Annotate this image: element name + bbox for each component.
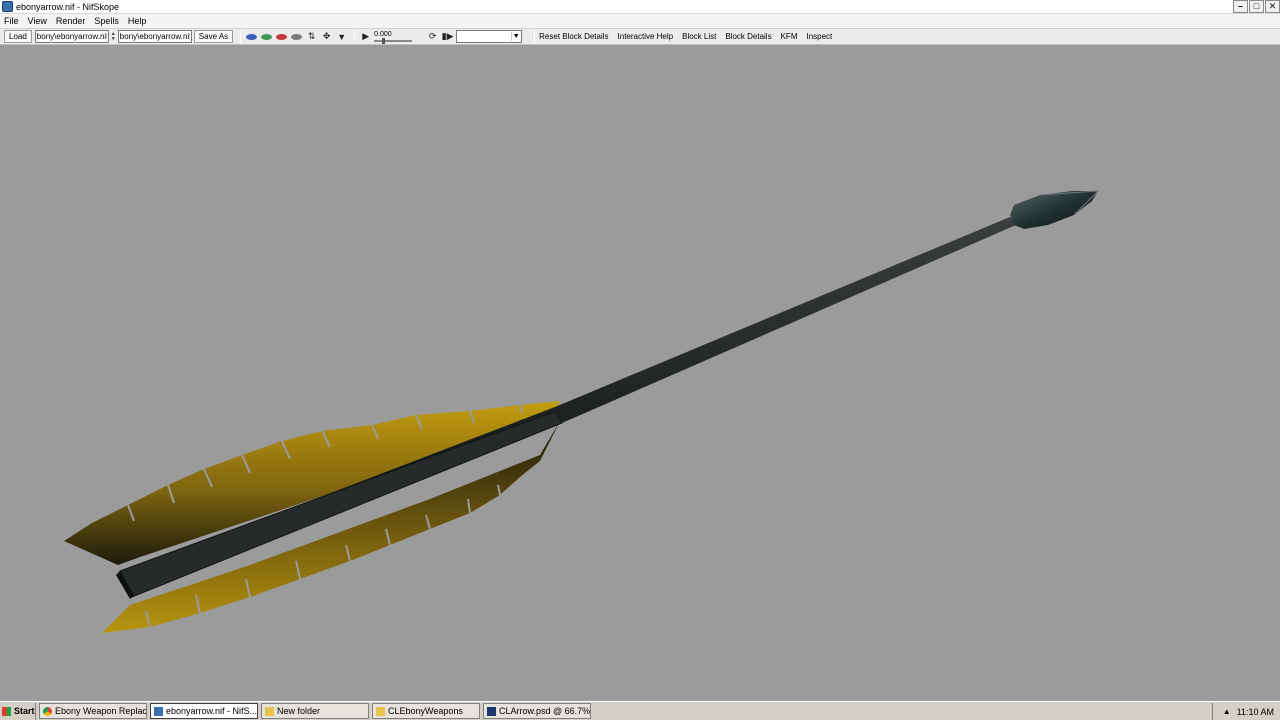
menu-help[interactable]: Help [128, 16, 147, 26]
folder-icon [376, 706, 385, 716]
time-slider[interactable]: 0.000 [374, 31, 414, 44]
save-path-input[interactable] [117, 30, 192, 43]
block-details-button[interactable]: Block Details [725, 32, 771, 41]
window-controls: – □ ✕ [1232, 0, 1280, 13]
windows-logo-icon [2, 706, 11, 716]
task-photoshop[interactable]: CLArrow.psd @ 66.7% (... [483, 703, 591, 719]
folder-icon [265, 706, 274, 716]
start-button[interactable]: Start [0, 702, 36, 720]
toolbar-separator [534, 30, 536, 43]
menu-bar: File View Render Spells Help [0, 14, 1280, 28]
inspect-button[interactable]: Inspect [806, 32, 832, 41]
close-button[interactable]: ✕ [1265, 0, 1280, 13]
nifskope-app-icon [2, 1, 13, 12]
arrow-model [64, 190, 1100, 633]
toolbar-separator [240, 30, 242, 43]
view-side-icon[interactable] [275, 30, 288, 43]
toolbar: Load ▲▼ Save As ⇅ ✥ ▼ ▶ 0.000 ⟳ ▮▶ ▼ Res… [0, 28, 1280, 45]
path-spinner[interactable]: ▲ ▼ [111, 30, 116, 43]
menu-view[interactable]: View [28, 16, 47, 26]
time-knob[interactable] [382, 38, 386, 44]
nifskope-icon [154, 706, 163, 716]
system-tray: ▲ 11:10 AM [1212, 703, 1280, 720]
menu-file[interactable]: File [4, 16, 19, 26]
animation-select[interactable]: ▼ [456, 30, 523, 43]
taskbar: Start Ebony Weapon Replac... ebonyarrow.… [0, 701, 1280, 720]
block-list-button[interactable]: Block List [682, 32, 716, 41]
flip-view-icon[interactable]: ✥ [320, 30, 333, 43]
kfm-button[interactable]: KFM [781, 32, 798, 41]
title-bar: ebonyarrow.nif - NifSkope – □ ✕ [0, 0, 1280, 14]
menu-render[interactable]: Render [56, 16, 86, 26]
minimize-button[interactable]: – [1233, 0, 1248, 13]
play-icon[interactable]: ▶ [359, 30, 372, 43]
view-top-icon[interactable] [245, 30, 258, 43]
interactive-help-button[interactable]: Interactive Help [618, 32, 674, 41]
clock[interactable]: 11:10 AM [1237, 707, 1274, 717]
chevron-down-icon: ▼ [511, 32, 520, 41]
restore-button[interactable]: □ [1249, 0, 1264, 13]
photoshop-icon [487, 706, 496, 716]
tray-expand-icon[interactable]: ▲ [1223, 707, 1231, 716]
view-front-icon[interactable] [260, 30, 273, 43]
menu-spells[interactable]: Spells [94, 16, 119, 26]
load-path-input[interactable] [34, 30, 109, 43]
time-track[interactable] [374, 38, 413, 44]
toolbar-separator [354, 30, 356, 43]
start-label: Start [14, 706, 35, 716]
view-user-icon[interactable] [290, 30, 303, 43]
loop-icon[interactable]: ⟳ [426, 30, 439, 43]
walk-mode-icon[interactable]: ⇅ [305, 30, 318, 43]
task-nifskope[interactable]: ebonyarrow.nif - NifS... [150, 703, 258, 719]
render-viewport[interactable] [0, 45, 1280, 701]
switch-animation-icon[interactable]: ▮▶ [441, 30, 454, 43]
view-dropdown-icon[interactable]: ▼ [335, 30, 348, 43]
task-clebonyweapons[interactable]: CLEbonyWeapons [372, 703, 480, 719]
chrome-icon [43, 706, 52, 716]
load-button[interactable]: Load [4, 30, 32, 43]
task-chrome[interactable]: Ebony Weapon Replac... [39, 703, 147, 719]
arrowhead [1010, 191, 1098, 229]
reset-block-details-button[interactable]: Reset Block Details [539, 32, 608, 41]
save-as-button[interactable]: Save As [193, 30, 234, 43]
window-title: ebonyarrow.nif - NifSkope [16, 1, 120, 12]
task-new-folder[interactable]: New folder [261, 703, 369, 719]
time-value: 0.000 [374, 31, 392, 38]
